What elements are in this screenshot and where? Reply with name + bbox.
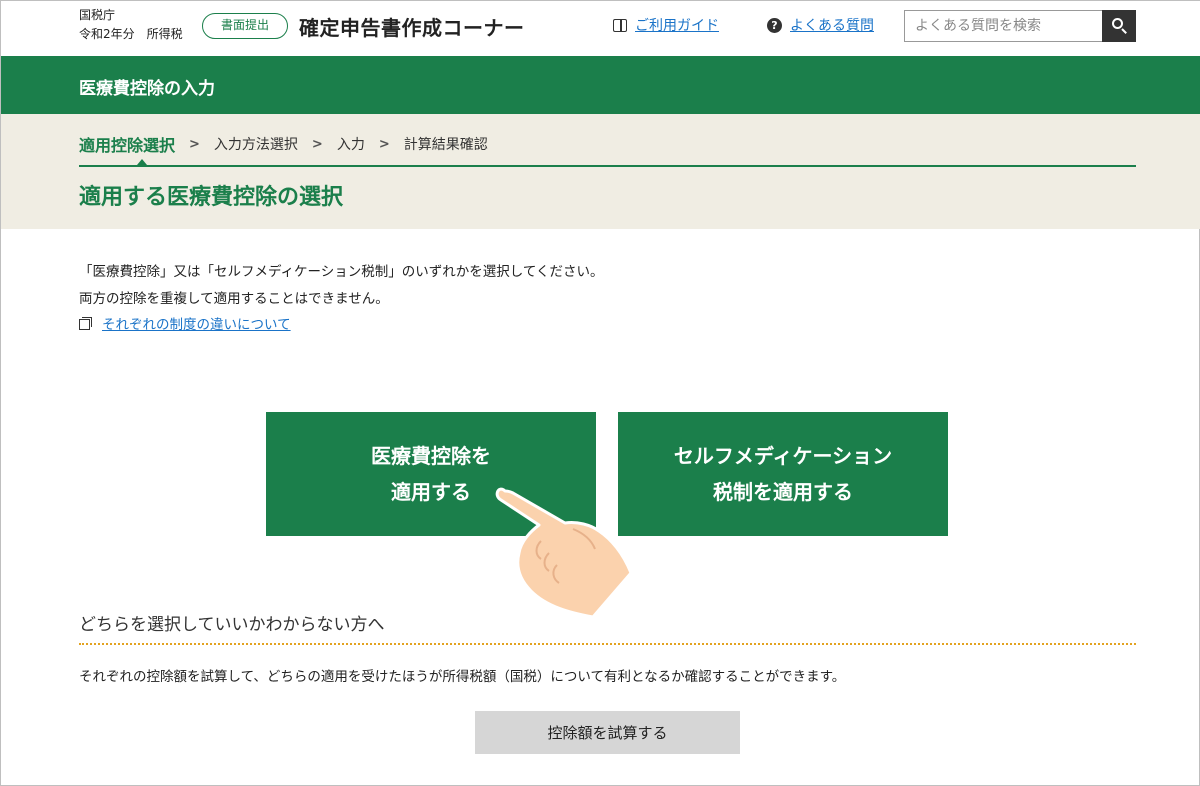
self-medication-button-line-2: 税制を適用する — [713, 480, 853, 504]
agency-name: 国税庁 — [79, 8, 116, 22]
usage-guide-link[interactable]: ご利用ガイド — [613, 15, 719, 35]
system-difference-label: それぞれの制度の違いについて — [102, 317, 291, 333]
trial-calculation-button[interactable]: 控除額を試算する — [475, 711, 740, 754]
new-window-icon — [79, 317, 92, 330]
dotted-divider — [79, 643, 1136, 645]
step-result-check: 計算結果確認 — [403, 137, 488, 153]
step-input-method: 入力方法選択 — [213, 137, 298, 153]
search-button[interactable] — [1102, 10, 1136, 42]
faq-search-input[interactable] — [904, 10, 1102, 42]
question-circle-icon: ? — [767, 17, 782, 33]
intro-line-1: 「医療費控除」又は「セルフメディケーション税制」のいずれかを選択してください。 — [79, 264, 604, 280]
agency-info: 国税庁 令和2年分 所得税 — [79, 7, 183, 42]
pointing-hand-icon — [495, 487, 633, 619]
apply-self-medication-button[interactable]: セルフメディケーション 税制を適用する — [618, 412, 948, 536]
self-medication-button-line-1: セルフメディケーション — [673, 444, 893, 468]
chevron-right-icon: > — [189, 136, 200, 152]
tax-year: 令和2年分 所得税 — [79, 27, 183, 41]
chevron-right-icon: > — [378, 136, 390, 152]
system-difference-link[interactable]: それぞれの制度の違いについて — [79, 313, 291, 333]
usage-guide-label: ご利用ガイド — [635, 18, 719, 34]
medical-button-line-1: 医療費控除を — [371, 444, 491, 468]
unsure-heading: どちらを選択していいかわからない方へ — [79, 615, 385, 635]
app-title: 確定申告書作成コーナー — [299, 16, 525, 40]
chevron-right-icon: > — [311, 136, 323, 152]
page-frame: 国税庁 令和2年分 所得税 書面提出 確定申告書作成コーナー ご利用ガイド ? … — [0, 0, 1200, 786]
step-apply-selection: 適用控除選択 — [79, 136, 176, 155]
step-input: 入力 — [336, 137, 365, 153]
book-icon — [613, 18, 629, 32]
unsure-description: それぞれの控除額を試算して、どちらの適用を受けたほうが所得税額（国税）について有… — [79, 669, 846, 685]
intro-text: 「医療費控除」又は「セルフメディケーション税制」のいずれかを選択してください。 … — [79, 259, 603, 313]
faq-link[interactable]: ? よくある質問 — [767, 15, 874, 35]
step-breadcrumb: 適用控除選択 > 入力方法選択 > 入力 > 計算結果確認 — [79, 132, 488, 156]
step-area: 適用控除選択 > 入力方法選択 > 入力 > 計算結果確認 適用する医療費控除の… — [1, 114, 1200, 229]
faq-label: よくある質問 — [790, 18, 874, 34]
section-band: 医療費控除の入力 — [1, 56, 1200, 114]
section-title: 医療費控除の入力 — [79, 79, 215, 99]
site-header: 国税庁 令和2年分 所得税 書面提出 確定申告書作成コーナー ご利用ガイド ? … — [1, 1, 1200, 56]
submit-method-badge: 書面提出 — [202, 13, 288, 39]
intro-line-2: 両方の控除を重複して適用することはできません。 — [79, 291, 389, 307]
page-title: 適用する医療費控除の選択 — [79, 185, 344, 210]
step-divider — [79, 165, 1136, 167]
search-icon — [1112, 18, 1123, 29]
